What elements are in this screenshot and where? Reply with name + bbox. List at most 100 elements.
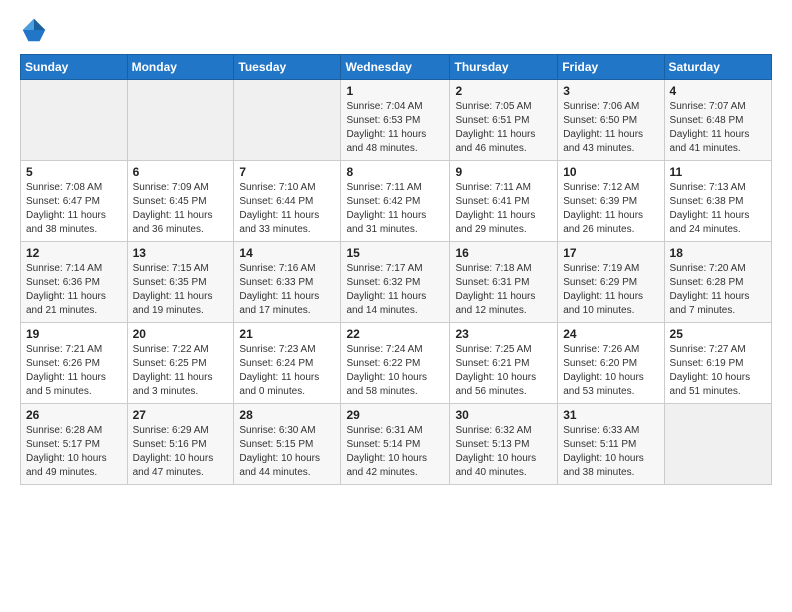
- day-info: Sunrise: 7:16 AM Sunset: 6:33 PM Dayligh…: [239, 262, 335, 318]
- day-info: Sunrise: 7:19 AM Sunset: 6:29 PM Dayligh…: [563, 262, 658, 318]
- calendar-week-4: 19 Sunrise: 7:21 AM Sunset: 6:26 PM Dayli…: [21, 323, 772, 404]
- calendar-weekday-saturday: Saturday: [664, 55, 771, 80]
- day-number: 18: [670, 246, 766, 260]
- day-info: Sunrise: 7:21 AM Sunset: 6:26 PM Dayligh…: [26, 343, 122, 399]
- day-info: Sunrise: 7:11 AM Sunset: 6:42 PM Dayligh…: [346, 181, 444, 237]
- day-number: 19: [26, 327, 122, 341]
- calendar-weekday-monday: Monday: [127, 55, 234, 80]
- calendar-cell: 29 Sunrise: 6:31 AM Sunset: 5:14 PM Dayli…: [341, 404, 450, 485]
- day-number: 22: [346, 327, 444, 341]
- day-number: 9: [455, 165, 552, 179]
- day-number: 21: [239, 327, 335, 341]
- calendar-cell: 15 Sunrise: 7:17 AM Sunset: 6:32 PM Dayli…: [341, 242, 450, 323]
- day-number: 29: [346, 408, 444, 422]
- calendar-weekday-sunday: Sunday: [21, 55, 128, 80]
- day-info: Sunrise: 7:07 AM Sunset: 6:48 PM Dayligh…: [670, 100, 766, 156]
- day-number: 15: [346, 246, 444, 260]
- day-info: Sunrise: 7:26 AM Sunset: 6:20 PM Dayligh…: [563, 343, 658, 399]
- calendar-cell: [21, 80, 128, 161]
- calendar-weekday-tuesday: Tuesday: [234, 55, 341, 80]
- calendar-week-2: 5Sunrise: 7:08 AM Sunset: 6:47 PM Daylig…: [21, 161, 772, 242]
- day-info: Sunrise: 7:23 AM Sunset: 6:24 PM Dayligh…: [239, 343, 335, 399]
- calendar-cell: 14Sunrise: 7:16 AM Sunset: 6:33 PM Dayli…: [234, 242, 341, 323]
- calendar-week-3: 12Sunrise: 7:14 AM Sunset: 6:36 PM Dayli…: [21, 242, 772, 323]
- day-info: Sunrise: 7:24 AM Sunset: 6:22 PM Dayligh…: [346, 343, 444, 399]
- day-info: Sunrise: 6:33 AM Sunset: 5:11 PM Dayligh…: [563, 424, 658, 480]
- day-number: 27: [133, 408, 229, 422]
- day-info: Sunrise: 7:06 AM Sunset: 6:50 PM Dayligh…: [563, 100, 658, 156]
- calendar-week-5: 26 Sunrise: 6:28 AM Sunset: 5:17 PM Dayli…: [21, 404, 772, 485]
- day-number: 2: [455, 84, 552, 98]
- day-number: 20: [133, 327, 229, 341]
- calendar-cell: 31 Sunrise: 6:33 AM Sunset: 5:11 PM Dayli…: [558, 404, 664, 485]
- day-number: 5: [26, 165, 122, 179]
- calendar-cell: 10Sunrise: 7:12 AM Sunset: 6:39 PM Dayli…: [558, 161, 664, 242]
- calendar-cell: 25 Sunrise: 7:27 AM Sunset: 6:19 PM Dayli…: [664, 323, 771, 404]
- calendar-cell: 21 Sunrise: 7:23 AM Sunset: 6:24 PM Dayli…: [234, 323, 341, 404]
- day-info: Sunrise: 7:27 AM Sunset: 6:19 PM Dayligh…: [670, 343, 766, 399]
- day-info: Sunrise: 7:14 AM Sunset: 6:36 PM Dayligh…: [26, 262, 122, 318]
- logo-icon: [20, 16, 48, 44]
- calendar-cell: 19 Sunrise: 7:21 AM Sunset: 6:26 PM Dayli…: [21, 323, 128, 404]
- day-info: Sunrise: 7:10 AM Sunset: 6:44 PM Dayligh…: [239, 181, 335, 237]
- calendar-cell: 4Sunrise: 7:07 AM Sunset: 6:48 PM Daylig…: [664, 80, 771, 161]
- calendar-weekday-wednesday: Wednesday: [341, 55, 450, 80]
- calendar-cell: 16 Sunrise: 7:18 AM Sunset: 6:31 PM Dayli…: [450, 242, 558, 323]
- day-number: 1: [346, 84, 444, 98]
- calendar-week-1: 1Sunrise: 7:04 AM Sunset: 6:53 PM Daylig…: [21, 80, 772, 161]
- calendar-cell: 24 Sunrise: 7:26 AM Sunset: 6:20 PM Dayli…: [558, 323, 664, 404]
- calendar-cell: [664, 404, 771, 485]
- calendar-cell: [127, 80, 234, 161]
- day-info: Sunrise: 7:20 AM Sunset: 6:28 PM Dayligh…: [670, 262, 766, 318]
- calendar-cell: 7 Sunrise: 7:10 AM Sunset: 6:44 PM Daylig…: [234, 161, 341, 242]
- day-info: Sunrise: 6:29 AM Sunset: 5:16 PM Dayligh…: [133, 424, 229, 480]
- day-info: Sunrise: 7:17 AM Sunset: 6:32 PM Dayligh…: [346, 262, 444, 318]
- day-number: 11: [670, 165, 766, 179]
- day-number: 31: [563, 408, 658, 422]
- day-info: Sunrise: 7:11 AM Sunset: 6:41 PM Dayligh…: [455, 181, 552, 237]
- day-info: Sunrise: 6:28 AM Sunset: 5:17 PM Dayligh…: [26, 424, 122, 480]
- calendar-cell: 30Sunrise: 6:32 AM Sunset: 5:13 PM Dayli…: [450, 404, 558, 485]
- calendar-cell: 17Sunrise: 7:19 AM Sunset: 6:29 PM Dayli…: [558, 242, 664, 323]
- day-info: Sunrise: 7:09 AM Sunset: 6:45 PM Dayligh…: [133, 181, 229, 237]
- calendar-table: SundayMondayTuesdayWednesdayThursdayFrid…: [20, 54, 772, 485]
- day-info: Sunrise: 6:31 AM Sunset: 5:14 PM Dayligh…: [346, 424, 444, 480]
- calendar-cell: 8 Sunrise: 7:11 AM Sunset: 6:42 PM Daylig…: [341, 161, 450, 242]
- calendar-cell: [234, 80, 341, 161]
- day-number: 8: [346, 165, 444, 179]
- day-info: Sunrise: 7:15 AM Sunset: 6:35 PM Dayligh…: [133, 262, 229, 318]
- day-info: Sunrise: 7:13 AM Sunset: 6:38 PM Dayligh…: [670, 181, 766, 237]
- calendar-cell: 12Sunrise: 7:14 AM Sunset: 6:36 PM Dayli…: [21, 242, 128, 323]
- day-info: Sunrise: 6:30 AM Sunset: 5:15 PM Dayligh…: [239, 424, 335, 480]
- day-info: Sunrise: 7:22 AM Sunset: 6:25 PM Dayligh…: [133, 343, 229, 399]
- day-number: 7: [239, 165, 335, 179]
- calendar-cell: 5Sunrise: 7:08 AM Sunset: 6:47 PM Daylig…: [21, 161, 128, 242]
- calendar-cell: 11 Sunrise: 7:13 AM Sunset: 6:38 PM Dayli…: [664, 161, 771, 242]
- calendar-cell: 28 Sunrise: 6:30 AM Sunset: 5:15 PM Dayli…: [234, 404, 341, 485]
- day-number: 25: [670, 327, 766, 341]
- day-number: 28: [239, 408, 335, 422]
- day-number: 16: [455, 246, 552, 260]
- calendar-cell: 9 Sunrise: 7:11 AM Sunset: 6:41 PM Daylig…: [450, 161, 558, 242]
- calendar-cell: 26 Sunrise: 6:28 AM Sunset: 5:17 PM Dayli…: [21, 404, 128, 485]
- calendar-cell: 27 Sunrise: 6:29 AM Sunset: 5:16 PM Dayli…: [127, 404, 234, 485]
- calendar-header-row: SundayMondayTuesdayWednesdayThursdayFrid…: [21, 55, 772, 80]
- day-number: 26: [26, 408, 122, 422]
- calendar-cell: 18 Sunrise: 7:20 AM Sunset: 6:28 PM Dayli…: [664, 242, 771, 323]
- day-number: 24: [563, 327, 658, 341]
- calendar-weekday-friday: Friday: [558, 55, 664, 80]
- calendar-cell: 6 Sunrise: 7:09 AM Sunset: 6:45 PM Daylig…: [127, 161, 234, 242]
- day-number: 10: [563, 165, 658, 179]
- logo: [20, 16, 52, 44]
- calendar-cell: 23 Sunrise: 7:25 AM Sunset: 6:21 PM Dayli…: [450, 323, 558, 404]
- calendar-cell: 3 Sunrise: 7:06 AM Sunset: 6:50 PM Daylig…: [558, 80, 664, 161]
- page-header: [20, 16, 772, 44]
- calendar-cell: 20 Sunrise: 7:22 AM Sunset: 6:25 PM Dayli…: [127, 323, 234, 404]
- day-number: 6: [133, 165, 229, 179]
- day-number: 3: [563, 84, 658, 98]
- day-info: Sunrise: 7:18 AM Sunset: 6:31 PM Dayligh…: [455, 262, 552, 318]
- day-info: Sunrise: 7:25 AM Sunset: 6:21 PM Dayligh…: [455, 343, 552, 399]
- calendar-weekday-thursday: Thursday: [450, 55, 558, 80]
- day-number: 23: [455, 327, 552, 341]
- calendar-cell: 2Sunrise: 7:05 AM Sunset: 6:51 PM Daylig…: [450, 80, 558, 161]
